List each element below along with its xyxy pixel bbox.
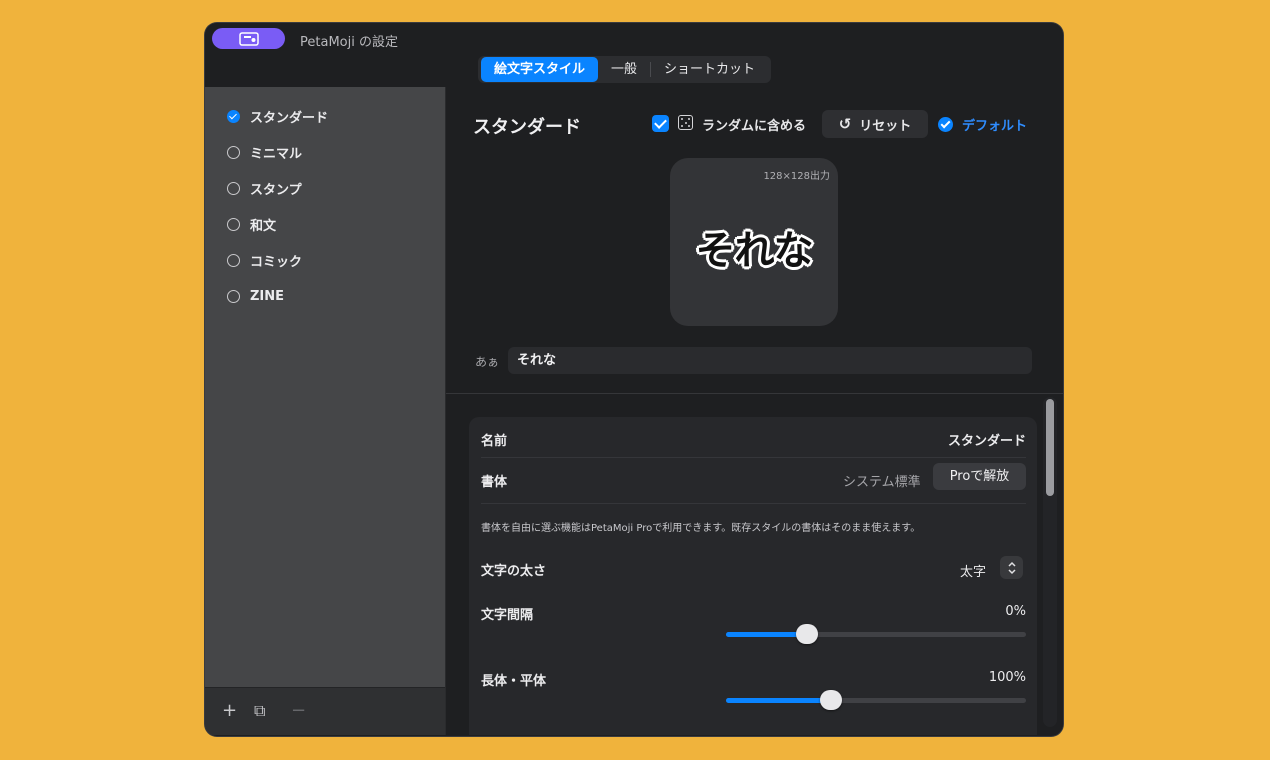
aspect-label: 長体・平体 — [481, 674, 547, 689]
sidebar-item-label: ミニマル — [250, 146, 303, 162]
tab-bar: 絵文字スタイル 一般 ショートカット — [478, 56, 772, 83]
add-style-icon[interactable]: + — [222, 702, 237, 720]
sidebar-item-label: コミック — [250, 254, 303, 270]
radio-icon — [227, 289, 240, 303]
unlock-pro-button[interactable]: Proで解放 — [933, 463, 1026, 490]
default-check-icon[interactable] — [938, 117, 953, 132]
settings-panel: 名前 スタンダード 書体 システム標準 Proで解放 書体を自由に選ぶ機能はPe… — [469, 417, 1037, 735]
spacing-slider[interactable] — [726, 624, 1026, 644]
aspect-slider-knob[interactable] — [820, 690, 842, 710]
style-detail-pane: スタンダード ランダムに含める ↺ リセット デフォルト 128×128出力 そ… — [446, 87, 1063, 735]
radio-icon — [227, 253, 240, 267]
sample-text-input[interactable]: それな — [508, 347, 1032, 374]
row-divider — [481, 503, 1026, 504]
sidebar-item-wabun[interactable]: 和文 — [227, 212, 276, 236]
output-size-label: 128×128出力 — [763, 171, 830, 182]
sidebar-footer: + ⧉ − — [205, 687, 445, 735]
font-pro-note: 書体を自由に選ぶ機能はPetaMoji Proで利用できます。既存スタイルの書体… — [481, 523, 921, 534]
aspect-slider-fill — [726, 698, 831, 703]
sidebar-item-stamp[interactable]: スタンプ — [227, 176, 302, 200]
spacing-slider-fill — [726, 632, 807, 637]
window-title: PetaMoji の設定 — [300, 35, 398, 50]
row-divider — [481, 457, 1026, 458]
duplicate-style-icon[interactable]: ⧉ — [254, 702, 265, 720]
sidebar-item-comic[interactable]: コミック — [227, 248, 302, 272]
spacing-value: 0% — [1005, 604, 1026, 619]
style-sidebar: スタンダード ミニマル スタンプ 和文 コミック ZINE + ⧉ − — [205, 87, 446, 735]
emoji-preview: 128×128出力 それな — [670, 158, 838, 326]
spacing-label: 文字間隔 — [481, 608, 534, 623]
radio-icon — [227, 217, 240, 231]
radio-icon — [227, 181, 240, 195]
aspect-value: 100% — [988, 670, 1026, 685]
spacing-slider-knob[interactable] — [796, 624, 818, 644]
weight-label: 文字の太さ — [481, 564, 547, 579]
sidebar-item-label: スタンプ — [250, 182, 302, 198]
tab-emoji-style[interactable]: 絵文字スタイル — [481, 57, 599, 82]
radio-checked-icon — [227, 109, 240, 123]
sidebar-item-minimal[interactable]: ミニマル — [227, 140, 302, 164]
tab-general[interactable]: 一般 — [598, 57, 650, 82]
font-value: システム標準 — [843, 475, 921, 490]
sidebar-item-label: 和文 — [250, 218, 277, 234]
title-bar: PetaMoji の設定 絵文字スタイル 一般 ショートカット — [205, 23, 1063, 92]
radio-icon — [227, 145, 240, 159]
scroll-thumb[interactable] — [1046, 399, 1054, 496]
reset-label: リセット — [859, 118, 912, 134]
reset-button[interactable]: ↺ リセット — [822, 110, 928, 138]
default-label[interactable]: デフォルト — [962, 115, 1027, 134]
style-title: スタンダード — [473, 117, 581, 138]
sample-text-icon: あぁ — [475, 355, 500, 369]
sidebar-item-label: ZINE — [250, 288, 285, 304]
sidebar-item-zine[interactable]: ZINE — [227, 284, 284, 308]
random-include-label: ランダムに含める — [702, 119, 807, 134]
divider — [446, 393, 1063, 394]
settings-scrollbar[interactable] — [1043, 397, 1057, 727]
name-label: 名前 — [481, 434, 508, 449]
sidebar-item-standard[interactable]: スタンダード — [227, 104, 328, 128]
preview-text: それな — [695, 228, 814, 274]
reset-icon: ↺ — [838, 115, 852, 133]
font-label: 書体 — [481, 475, 508, 490]
remove-style-icon[interactable]: − — [291, 702, 306, 720]
chevron-up-down-icon — [1007, 561, 1016, 574]
sidebar-item-label: スタンダード — [250, 110, 329, 126]
weight-value[interactable]: 太字 — [960, 561, 986, 580]
tab-shortcut[interactable]: ショートカット — [651, 57, 768, 82]
random-include-checkbox[interactable] — [652, 115, 669, 132]
settings-window: PetaMoji の設定 絵文字スタイル 一般 ショートカット スタンダード ミ… — [205, 23, 1063, 736]
app-badge-icon[interactable] — [212, 28, 285, 49]
weight-stepper[interactable] — [1000, 556, 1023, 579]
dice-icon — [678, 115, 693, 130]
name-value[interactable]: スタンダード — [948, 430, 1026, 449]
aspect-slider[interactable] — [726, 690, 1026, 710]
